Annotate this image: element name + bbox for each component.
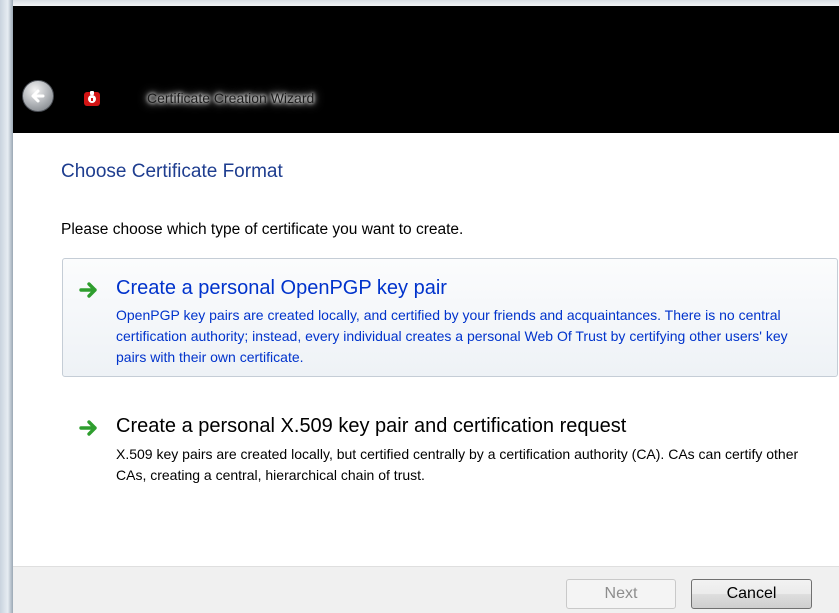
cancel-button[interactable]: Cancel <box>691 579 812 609</box>
title-bar <box>13 6 839 133</box>
next-button[interactable]: Next <box>566 579 676 609</box>
wizard-footer: Next Cancel <box>13 566 839 613</box>
option-description: OpenPGP key pairs are created locally, a… <box>116 307 788 365</box>
back-button[interactable] <box>22 80 54 112</box>
wizard-content: Choose Certificate Format Please choose … <box>13 133 839 566</box>
option-title: Create a personal OpenPGP key pair <box>116 277 447 299</box>
certificate-app-icon <box>82 88 102 108</box>
page-title: Choose Certificate Format <box>61 161 283 182</box>
option-title: Create a personal X.509 key pair and cer… <box>116 415 627 437</box>
instruction-text: Please choose which type of certificate … <box>61 221 464 238</box>
option-openpgp[interactable]: Create a personal OpenPGP key pair OpenP… <box>62 258 838 377</box>
green-arrow-icon <box>79 419 99 437</box>
window-left-frame <box>0 0 13 613</box>
back-arrow-icon <box>28 86 48 106</box>
green-arrow-icon <box>79 281 99 299</box>
window-title: Certificate Creation Wizard <box>147 90 315 106</box>
option-description: X.509 key pairs are created locally, but… <box>116 446 799 483</box>
certificate-creation-wizard: Certificate Creation Wizard Choose Certi… <box>0 0 839 613</box>
option-x509[interactable]: Create a personal X.509 key pair and cer… <box>62 396 838 518</box>
